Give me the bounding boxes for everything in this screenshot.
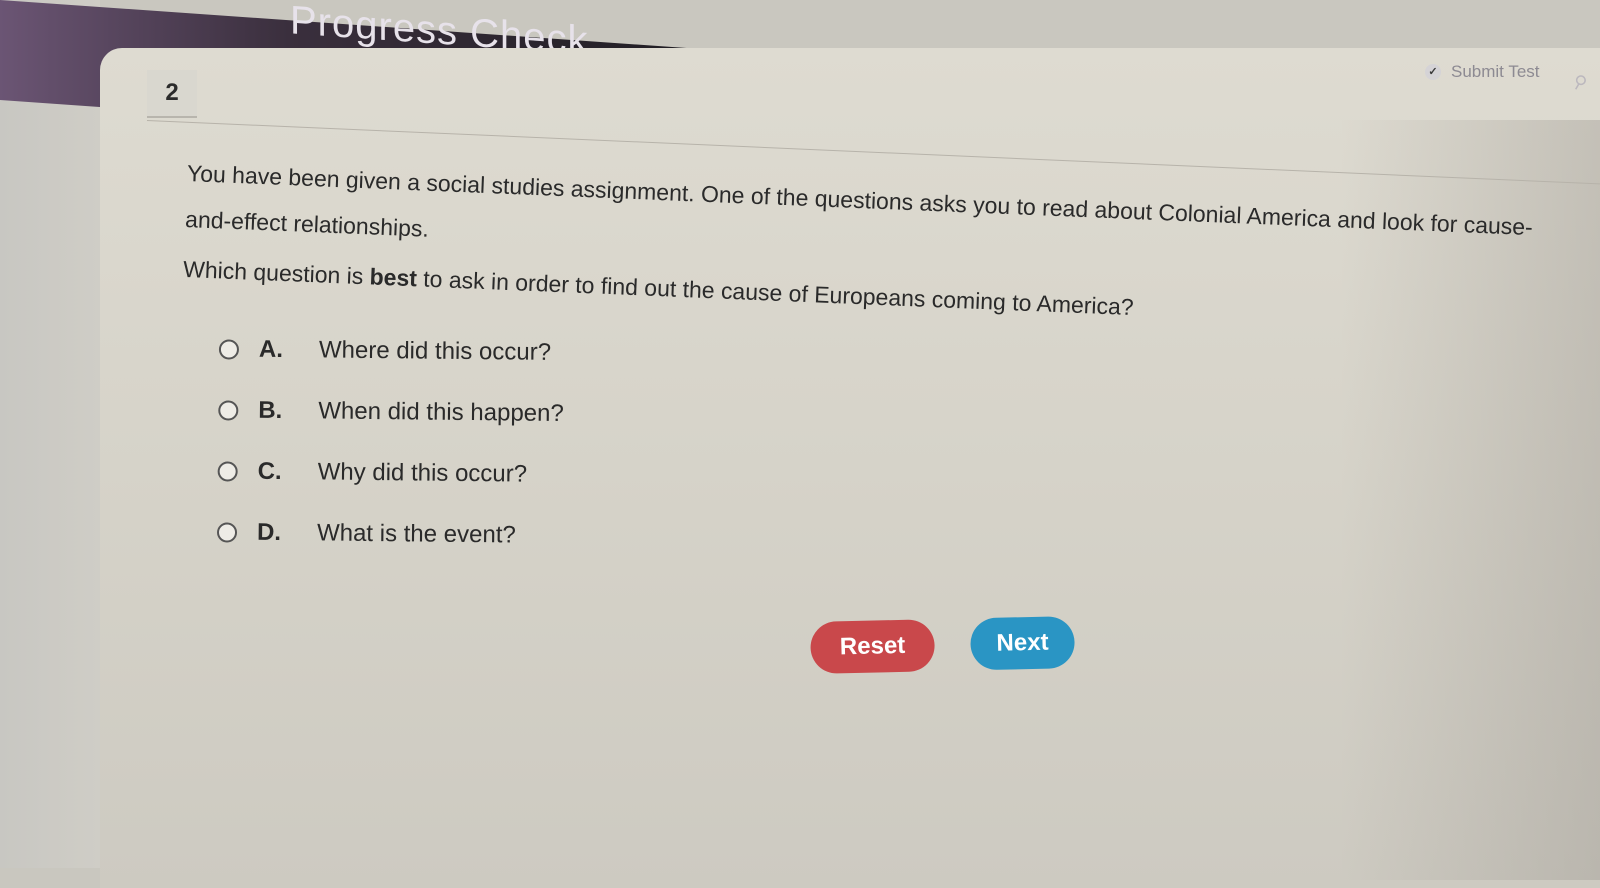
- check-icon: ✓: [1425, 64, 1441, 80]
- question-number: 2: [147, 70, 197, 118]
- option-text: Why did this occur?: [317, 457, 528, 488]
- radio-button[interactable]: [218, 399, 239, 421]
- reset-button[interactable]: Reset: [810, 619, 936, 674]
- next-button[interactable]: Next: [969, 616, 1076, 671]
- radio-button[interactable]: [218, 338, 240, 360]
- option-d[interactable]: D. What is the event?: [216, 501, 1560, 576]
- option-letter: C.: [257, 457, 282, 485]
- radio-button[interactable]: [216, 521, 238, 543]
- option-text: Where did this occur?: [318, 335, 552, 366]
- submit-test-button[interactable]: ✓ Submit Test: [1425, 62, 1540, 82]
- question-content: You have been given a social studies ass…: [172, 150, 1567, 616]
- submit-test-label: Submit Test: [1451, 62, 1540, 81]
- question-stem-start: Which question is: [182, 255, 371, 290]
- option-text: When did this happen?: [318, 396, 564, 427]
- option-letter: A.: [258, 335, 284, 363]
- option-letter: D.: [256, 518, 282, 546]
- question-stem-emphasis: best: [369, 263, 418, 292]
- action-buttons: Reset Next: [810, 616, 1076, 674]
- radio-button[interactable]: [217, 460, 238, 482]
- option-text: What is the event?: [316, 518, 516, 549]
- background-left: [0, 0, 100, 868]
- option-letter: B.: [258, 396, 283, 424]
- answer-options: A. Where did this occur? B. When did thi…: [216, 318, 1561, 576]
